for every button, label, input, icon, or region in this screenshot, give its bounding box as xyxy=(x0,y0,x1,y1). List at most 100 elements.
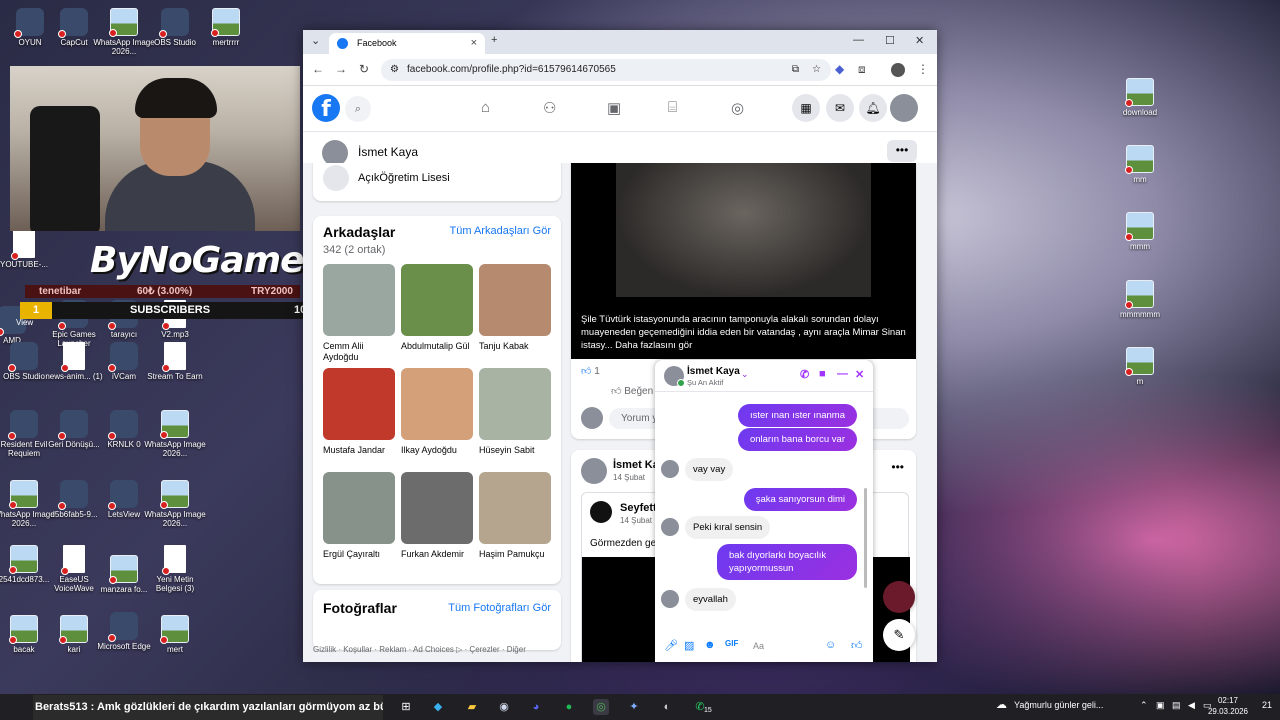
volume-icon[interactable]: ◀ xyxy=(1188,700,1195,711)
extension-icon[interactable]: ◆ xyxy=(835,62,844,76)
emoji-icon[interactable]: ☺ xyxy=(825,639,836,651)
friend-photo[interactable] xyxy=(401,472,473,544)
friend-name[interactable]: Haşim Pamukçu xyxy=(479,549,551,560)
friend-item[interactable]: Mustafa Jandar xyxy=(323,368,395,456)
see-all-photos-link[interactable]: Tüm Fotoğrafları Gör xyxy=(448,602,551,614)
gif-icon[interactable]: GIF xyxy=(725,639,738,648)
close-chat-icon[interactable]: ✕ xyxy=(855,368,864,381)
marketplace-icon[interactable]: ⌸ xyxy=(668,99,677,116)
received-message[interactable]: Peki kıral sensin xyxy=(685,516,771,539)
maximize-icon[interactable]: ☐ xyxy=(885,34,895,47)
video-icon[interactable]: ▣ xyxy=(607,99,621,117)
tray-chevron-icon[interactable]: ⌃ xyxy=(1140,700,1148,711)
friend-photo[interactable] xyxy=(479,472,551,544)
steam-icon[interactable]: ◉ xyxy=(496,699,512,715)
weather-text[interactable]: Yağmurlu günler geli... xyxy=(1014,700,1103,710)
browser-menu-icon[interactable]: ⋮ xyxy=(917,62,929,76)
extensions-puzzle-icon[interactable]: ⧈ xyxy=(858,62,866,77)
desktop-shortcut[interactable]: mmm xyxy=(1108,212,1172,251)
app-icon[interactable]: ⊞ xyxy=(398,699,414,715)
notifications-bell-icon[interactable]: 🔔︎ xyxy=(859,94,887,122)
facebook-logo-icon[interactable]: f xyxy=(312,94,340,122)
bookmark-star-icon[interactable]: ☆ xyxy=(812,59,821,81)
desktop-shortcut[interactable]: YOUTUBE-... xyxy=(0,230,56,269)
friend-item[interactable]: Furkan Akdemir xyxy=(401,472,473,560)
friend-photo[interactable] xyxy=(479,368,551,440)
post-date[interactable]: 14 Şubat xyxy=(613,473,645,482)
messenger-icon[interactable]: ✉ xyxy=(826,94,854,122)
desktop-shortcut[interactable]: mert xyxy=(143,615,207,654)
forward-icon[interactable]: → xyxy=(335,62,347,76)
app-icon[interactable]: ✦ xyxy=(626,699,642,715)
more-options-button[interactable]: ••• xyxy=(887,140,917,162)
sent-message[interactable]: bak dıyorlarkı boyacılık yapıyormussun xyxy=(717,544,857,580)
sent-message[interactable]: ıster ınan ıster ınanma xyxy=(737,404,857,427)
discord-icon[interactable]: ◕ xyxy=(528,699,544,715)
friend-item[interactable]: Abdulmutalip Gül xyxy=(401,264,473,352)
footer-links[interactable]: Gizlilik · Koşullar · Reklam · Ad Choice… xyxy=(313,645,526,654)
friend-name[interactable]: Cemm Alii Aydoğdu xyxy=(323,341,395,363)
chat-contact-name[interactable]: İsmet Kaya xyxy=(687,366,740,377)
network-icon[interactable]: ▤ xyxy=(1172,700,1181,711)
sticker-icon[interactable]: ☻ xyxy=(704,639,716,651)
install-app-icon[interactable]: ⧉ xyxy=(792,59,799,81)
friend-photo[interactable] xyxy=(479,264,551,336)
desktop-shortcut[interactable]: mertrrrr xyxy=(194,8,258,47)
new-tab-icon[interactable]: + xyxy=(491,34,497,46)
thumbs-up-icon[interactable]: 👍︎ xyxy=(851,639,863,652)
profile-icon[interactable] xyxy=(891,63,905,77)
chevron-down-icon[interactable]: ⌄ xyxy=(741,369,749,380)
spotify-icon[interactable]: ● xyxy=(561,699,577,715)
see-all-friends-link[interactable]: Tüm Arkadaşları Gör xyxy=(450,225,551,237)
like-button[interactable]: 👍︎ Beğen xyxy=(611,385,653,397)
school-name[interactable]: AçıkÖğretim Lisesi xyxy=(358,172,450,184)
back-icon[interactable]: ← xyxy=(312,62,324,76)
friend-photo[interactable] xyxy=(323,368,395,440)
microphone-icon[interactable]: 🎤︎ xyxy=(664,639,678,652)
file-explorer-icon[interactable]: ▰ xyxy=(464,699,480,715)
friend-photo[interactable] xyxy=(323,472,395,544)
friend-photo[interactable] xyxy=(401,368,473,440)
reaction-count[interactable]: 👍︎ 1 xyxy=(581,365,600,377)
notification-count[interactable]: 21 xyxy=(1262,700,1272,710)
friend-name[interactable]: Furkan Akdemir xyxy=(401,549,473,560)
new-message-icon[interactable]: ✎ xyxy=(883,619,915,651)
video-call-icon[interactable]: ■ xyxy=(819,368,826,380)
chat-scrollbar[interactable] xyxy=(864,488,867,588)
friend-name[interactable]: Hüseyin Sabit xyxy=(479,445,551,456)
friend-item[interactable]: Cemm Alii Aydoğdu xyxy=(323,264,395,363)
friends-icon[interactable]: ⚇ xyxy=(543,99,556,117)
obs-icon[interactable]: ◐ xyxy=(659,699,675,715)
url-input[interactable]: ⚙ facebook.com/profile.php?id=6157961467… xyxy=(381,59,831,81)
reload-icon[interactable]: ↻ xyxy=(359,62,369,76)
tab-facebook[interactable]: Facebook × xyxy=(329,33,485,54)
clock-date[interactable]: 29.03.2026 xyxy=(1204,707,1252,716)
image-icon[interactable]: ▨ xyxy=(684,639,694,652)
desktop-shortcut[interactable]: WhatsApp Image 2026... xyxy=(143,410,207,458)
groups-icon[interactable]: ◎ xyxy=(731,99,744,117)
friend-photo[interactable] xyxy=(401,264,473,336)
message-list[interactable]: ıster ınan ıster ınanma onların bana borc… xyxy=(655,392,873,630)
desktop-shortcut[interactable]: download xyxy=(1108,78,1172,117)
tray-icon[interactable]: ▣ xyxy=(1156,700,1165,711)
friend-name[interactable]: Ergül Çayıraltı xyxy=(323,549,395,560)
received-message[interactable]: vay vay xyxy=(685,458,734,481)
minimize-icon[interactable]: — xyxy=(853,34,864,46)
friend-item[interactable]: Hüseyin Sabit xyxy=(479,368,551,456)
desktop-shortcut[interactable]: mm xyxy=(1108,145,1172,184)
search-icon[interactable]: ⌕ xyxy=(345,96,371,122)
desktop-shortcut[interactable]: Stream To Earn xyxy=(143,342,207,381)
close-window-icon[interactable]: ✕ xyxy=(915,34,924,47)
friend-name[interactable]: Abdulmutalip Gül xyxy=(401,341,473,352)
post-author-avatar[interactable] xyxy=(581,458,607,484)
app-icon[interactable]: ◆ xyxy=(430,699,446,715)
minimize-chat-icon[interactable]: — xyxy=(837,368,848,380)
sent-message[interactable]: şaka sanıyorsun dimi xyxy=(743,488,857,511)
clock-time[interactable]: 02:17 xyxy=(1210,696,1246,705)
weather-icon[interactable]: ☁ xyxy=(996,698,1007,711)
site-info-icon[interactable]: ⚙ xyxy=(390,59,399,81)
shared-author-name[interactable]: Seyfetti xyxy=(620,502,660,514)
sent-message[interactable]: onların bana borcu var xyxy=(737,428,857,451)
home-icon[interactable]: ⌂ xyxy=(481,99,490,116)
friend-name[interactable]: Tanju Kabak xyxy=(479,341,551,352)
